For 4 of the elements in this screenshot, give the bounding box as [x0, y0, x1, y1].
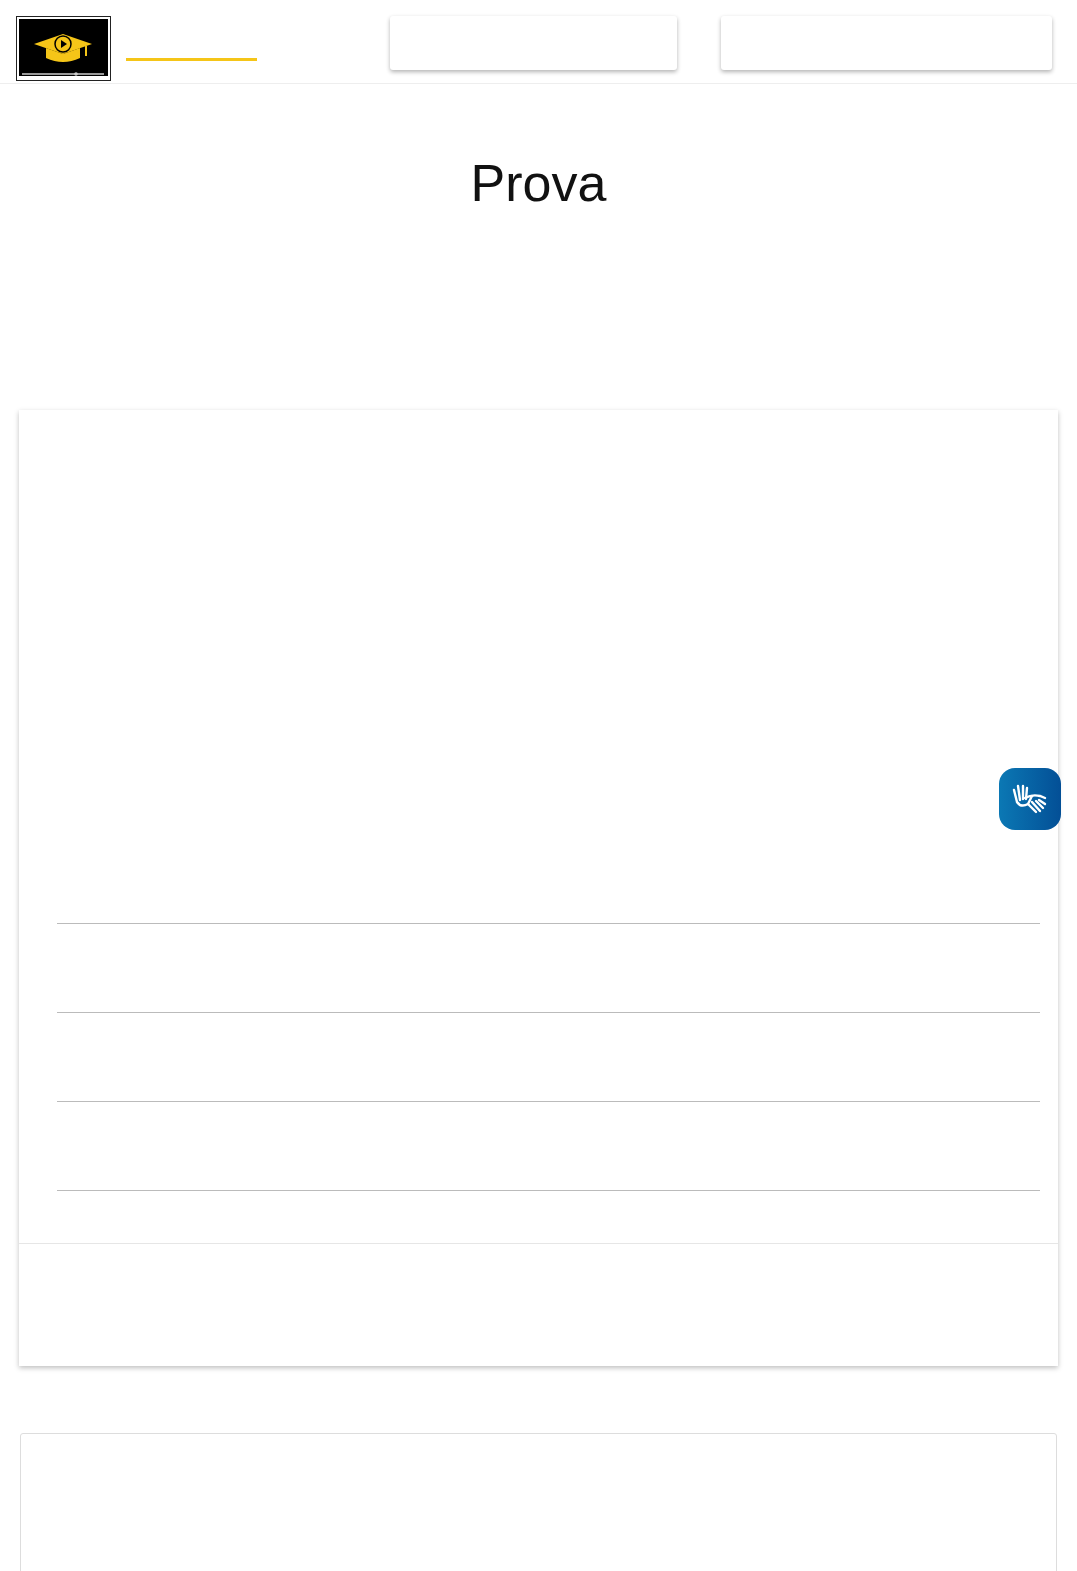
- logo-icon[interactable]: [16, 16, 111, 81]
- page-title: Prova: [469, 153, 608, 214]
- hands-icon: [1012, 784, 1048, 814]
- sign-language-button[interactable]: [999, 768, 1061, 830]
